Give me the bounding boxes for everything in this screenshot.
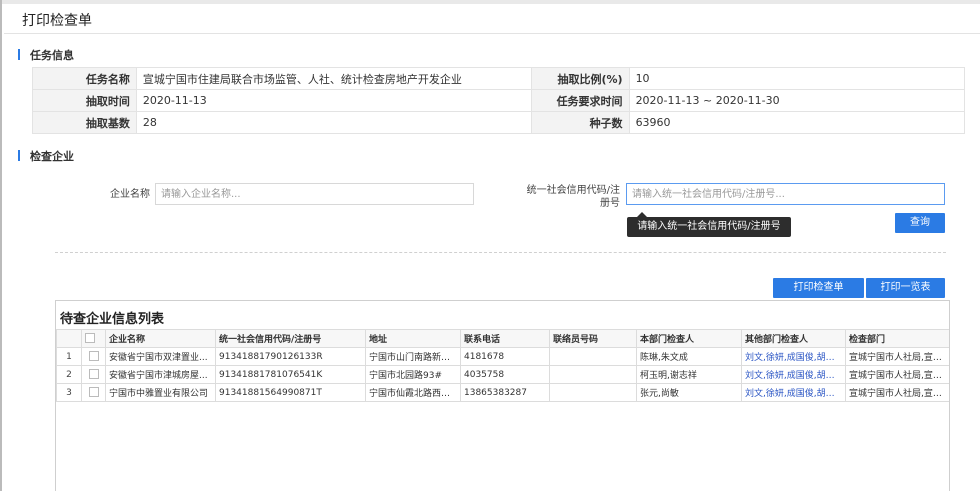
credit-code-cell: 91341881781076541K xyxy=(215,365,366,384)
row-select[interactable] xyxy=(81,383,106,402)
row-select[interactable] xyxy=(81,365,106,384)
sample-ratio-value: 10 xyxy=(628,67,966,90)
row-checkbox[interactable] xyxy=(88,351,99,362)
print-list-button[interactable]: 打印一览表 xyxy=(866,278,945,298)
required-time-value: 2020-11-13 ~ 2020-11-30 xyxy=(628,89,966,112)
dashed-divider xyxy=(55,252,946,253)
seed-value: 63960 xyxy=(628,111,966,134)
other-inspector-link[interactable]: 刘文,徐妍,成国俊,胡叶... xyxy=(741,347,846,366)
address-cell: 宁国市北园路93# xyxy=(365,365,461,384)
inspector-cell: 柯玉明,谢志祥 xyxy=(636,365,742,384)
select-all-checkbox[interactable] xyxy=(85,333,95,344)
company-name-label: 企业名称 xyxy=(110,189,150,200)
credit-code-cell: 91341881790126133R xyxy=(215,347,366,366)
task-info-row: 抽取基数 28 种子数 63960 xyxy=(32,111,966,134)
liaison-cell xyxy=(549,365,637,384)
dept-cell: 宣城宁国市人社局,宣城宁... xyxy=(845,365,949,384)
credit-code-label: 统一社会信用代码/注 册号 xyxy=(518,184,620,210)
credit-code-cell: 91341881564990871T xyxy=(215,383,366,402)
liaison-cell xyxy=(549,383,637,402)
col-select-header[interactable] xyxy=(81,329,106,348)
sample-ratio-label: 抽取比例(%) xyxy=(530,67,630,90)
row-select[interactable] xyxy=(81,347,106,366)
row-index: 1 xyxy=(56,347,82,366)
draw-base-label: 抽取基数 xyxy=(32,111,137,134)
address-cell: 宁国市仙霞北路西侧... xyxy=(365,383,461,402)
row-checkbox[interactable] xyxy=(88,369,99,380)
inspector-cell: 陈琳,朱文成 xyxy=(636,347,742,366)
table-row[interactable]: 1 安徽省宁国市双津置业... 91341881790126133R 宁国市山门… xyxy=(56,347,949,366)
dept-cell: 宣城宁国市人社局,宣城宁... xyxy=(845,383,949,402)
dept-cell: 宣城宁国市人社局,宣城宁... xyxy=(845,347,949,366)
inspector-cell: 张元,尚敏 xyxy=(636,383,742,402)
phone-cell: 13865383287 xyxy=(460,383,550,402)
col-index-header xyxy=(56,329,82,348)
task-info-row: 任务名称 宣城宁国市住建局联合市场监管、人社、统计检查房地产开发企业 抽取比例(… xyxy=(32,67,966,90)
task-name-value: 宣城宁国市住建局联合市场监管、人社、统计检查房地产开发企业 xyxy=(135,67,532,90)
draw-base-value: 28 xyxy=(135,111,532,134)
company-grid-panel: 待查企业信息列表 企业名称 统一社会信用代码/注册号 地址 联系电话 联络员号码… xyxy=(55,300,950,491)
draw-time-value: 2020-11-13 xyxy=(135,89,532,112)
title-divider xyxy=(4,33,980,34)
page-title: 打印检查单 xyxy=(22,13,92,29)
other-inspector-link[interactable]: 刘文,徐妍,成国俊,胡叶林 xyxy=(741,365,846,384)
task-info-row: 抽取时间 2020-11-13 任务要求时间 2020-11-13 ~ 2020… xyxy=(32,89,966,112)
phone-cell: 4035758 xyxy=(460,365,550,384)
table-row[interactable]: 3 宁国市中雅置业有限公司 91341881564990871T 宁国市仙霞北路… xyxy=(56,383,949,402)
col-inspector-header[interactable]: 本部门检查人 xyxy=(636,329,742,348)
required-time-label: 任务要求时间 xyxy=(530,89,630,112)
other-inspector-link[interactable]: 刘文,徐妍,成国俊,胡叶... xyxy=(741,383,846,402)
row-index: 2 xyxy=(56,365,82,384)
col-dept-header[interactable]: 检查部门 xyxy=(845,329,949,348)
task-info-table: 任务名称 宣城宁国市住建局联合市场监管、人社、统计检查房地产开发企业 抽取比例(… xyxy=(32,67,966,134)
col-phone-header[interactable]: 联系电话 xyxy=(460,329,550,348)
check-section-heading: 检查企业 xyxy=(18,148,74,164)
top-bar xyxy=(0,0,980,4)
grid-header-row: 企业名称 统一社会信用代码/注册号 地址 联系电话 联络员号码 本部门检查人 其… xyxy=(56,329,949,348)
col-liaison-header[interactable]: 联络员号码 xyxy=(549,329,637,348)
seed-label: 种子数 xyxy=(530,111,630,134)
col-code-header[interactable]: 统一社会信用代码/注册号 xyxy=(215,329,366,348)
company-name-cell: 安徽省宁国市双津置业... xyxy=(105,347,216,366)
address-cell: 宁国市山门南路新城... xyxy=(365,347,461,366)
draw-time-label: 抽取时间 xyxy=(32,89,137,112)
col-other-inspector-header[interactable]: 其他部门检查人 xyxy=(741,329,846,348)
credit-code-label-line2: 册号 xyxy=(600,198,620,209)
company-name-cell: 安徽省宁国市津城房屋... xyxy=(105,365,216,384)
credit-code-input[interactable] xyxy=(626,183,945,205)
credit-code-label-line1: 统一社会信用代码/注 xyxy=(526,185,620,196)
col-company-header[interactable]: 企业名称 xyxy=(105,329,216,348)
row-checkbox[interactable] xyxy=(88,387,99,398)
print-sheet-button[interactable]: 打印检查单 xyxy=(773,278,864,298)
left-border xyxy=(0,0,2,491)
liaison-cell xyxy=(549,347,637,366)
task-name-label: 任务名称 xyxy=(32,67,137,90)
row-index: 3 xyxy=(56,383,82,402)
company-name-input[interactable] xyxy=(155,183,474,205)
table-row[interactable]: 2 安徽省宁国市津城房屋... 91341881781076541K 宁国市北园… xyxy=(56,365,949,384)
credit-code-tooltip: 请输入统一社会信用代码/注册号 xyxy=(627,212,791,237)
company-grid: 企业名称 统一社会信用代码/注册号 地址 联系电话 联络员号码 本部门检查人 其… xyxy=(56,329,949,402)
task-section-heading: 任务信息 xyxy=(18,47,74,63)
grid-title: 待查企业信息列表 xyxy=(60,312,165,327)
phone-cell: 4181678 xyxy=(460,347,550,366)
company-name-cell: 宁国市中雅置业有限公司 xyxy=(105,383,216,402)
query-button[interactable]: 查询 xyxy=(895,213,945,233)
col-address-header[interactable]: 地址 xyxy=(365,329,461,348)
